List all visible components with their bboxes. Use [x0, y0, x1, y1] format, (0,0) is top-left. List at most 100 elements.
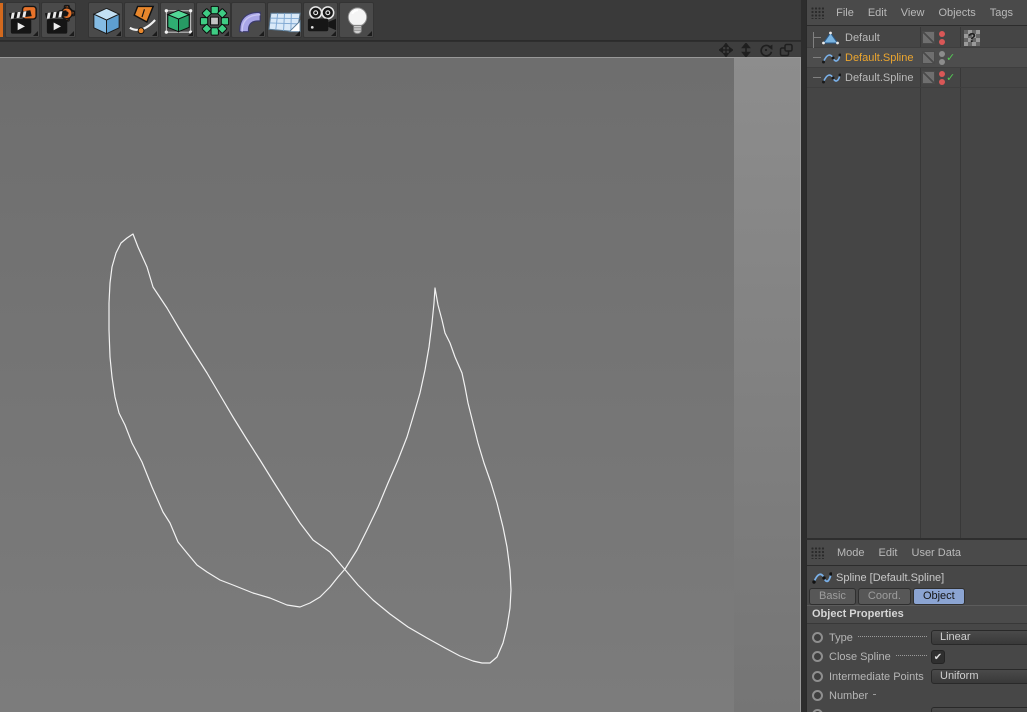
spline-curve[interactable]	[108, 233, 512, 664]
popup-corner	[331, 31, 336, 36]
intermediate-points-dropdown[interactable]: Uniform	[931, 669, 1027, 684]
viewport[interactable]	[0, 57, 801, 712]
menu-edit[interactable]: Edit	[879, 547, 898, 559]
popup-corner	[152, 31, 157, 36]
light-button[interactable]	[339, 2, 374, 38]
attribute-tabs: Basic Coord. Object	[809, 588, 965, 605]
menu-user-data[interactable]: User Data	[912, 547, 962, 559]
app-window: File Edit View Objects Tags Default ? De…	[0, 0, 1027, 712]
bend-deformer-button[interactable]	[231, 2, 266, 38]
object-manager-menubar: File Edit View Objects Tags	[807, 0, 1027, 26]
property-label: Close Spline	[829, 650, 891, 663]
property-label: Type	[829, 631, 853, 644]
layer-swatch[interactable]	[922, 31, 935, 44]
array-generator-button[interactable]	[196, 2, 231, 38]
question-tag-icon[interactable]: ?	[964, 30, 980, 46]
spline-object-icon	[812, 572, 832, 584]
close-spline-checkbox[interactable]: ✔	[931, 649, 945, 664]
popup-corner	[295, 31, 300, 36]
panel-grip-icon[interactable]	[811, 6, 825, 19]
object-name[interactable]: Default.Spline	[845, 52, 914, 64]
add-cube-button[interactable]	[88, 2, 123, 38]
tab-basic[interactable]: Basic	[809, 588, 856, 605]
property-row-close-spline: Close Spline ✔	[807, 647, 1027, 666]
render-visibility-dot[interactable]	[939, 79, 945, 85]
menu-tags[interactable]: Tags	[990, 7, 1013, 19]
property-row-number: Number 15 ▲▼	[807, 686, 1027, 705]
cut-off-toolbar-button[interactable]	[0, 3, 3, 37]
popup-corner	[188, 31, 193, 36]
popup-corner	[367, 31, 372, 36]
column-divider	[960, 27, 961, 538]
editor-visibility-dot[interactable]	[939, 31, 945, 37]
popup-corner	[224, 31, 229, 36]
panel-grip-icon[interactable]	[811, 546, 825, 559]
menu-mode[interactable]: Mode	[837, 547, 865, 559]
dolly-zoom-icon[interactable]	[739, 43, 753, 57]
render-visibility-dot[interactable]	[939, 59, 945, 65]
dot-leader	[895, 654, 927, 656]
menu-view[interactable]: View	[901, 7, 925, 19]
spline-object-icon[interactable]	[822, 71, 841, 85]
freehand-spline-button[interactable]	[124, 2, 159, 38]
tab-object[interactable]: Object	[912, 588, 965, 605]
attribute-object-title: Spline [Default.Spline]	[836, 572, 945, 584]
subdivision-surface-button[interactable]	[160, 2, 195, 38]
keyframe-circle-icon[interactable]	[812, 632, 823, 643]
viewport-header	[0, 42, 801, 57]
menu-edit[interactable]: Edit	[868, 7, 887, 19]
attribute-manager: Mode Edit User Data Spline [Default.Spli…	[806, 540, 1027, 712]
floor-environment-button[interactable]	[267, 2, 302, 38]
spline-object-icon[interactable]	[822, 51, 841, 65]
tab-coord[interactable]: Coord.	[857, 588, 911, 605]
enable-toggle[interactable]: ✓	[946, 51, 955, 64]
tree-tick	[813, 77, 821, 78]
rotate-icon[interactable]	[759, 43, 773, 57]
keyframe-circle-icon[interactable]	[812, 651, 823, 662]
editor-visibility-dot[interactable]	[939, 51, 945, 57]
polygon-object-icon[interactable]	[822, 31, 839, 45]
render-view-button[interactable]	[5, 2, 40, 38]
object-name[interactable]: Default.Spline	[845, 72, 914, 84]
dot-leader	[857, 635, 927, 637]
editor-visibility-dot[interactable]	[939, 71, 945, 77]
section-title: Object Properties	[812, 608, 904, 620]
popup-corner	[259, 31, 264, 36]
viewport-canvas	[108, 233, 512, 664]
render-settings-button[interactable]	[41, 2, 76, 38]
object-row-default[interactable]: Default ?	[807, 28, 1027, 58]
tree-tick	[813, 37, 821, 38]
object-row-default-spline-selected[interactable]: Default.Spline ✓	[807, 48, 1027, 68]
toolbar	[0, 0, 801, 41]
keyframe-circle-icon[interactable]	[812, 690, 823, 701]
layer-swatch[interactable]	[922, 71, 935, 84]
popup-corner	[69, 31, 74, 36]
viewport-controls	[719, 43, 793, 57]
dot-leader	[873, 693, 876, 695]
tree-tick	[813, 57, 821, 58]
menu-file[interactable]: File	[836, 7, 854, 19]
property-row-partial	[807, 705, 1027, 712]
layer-swatch[interactable]	[922, 51, 935, 64]
property-label: Number	[829, 689, 869, 702]
property-row-type: Type Linear	[807, 628, 1027, 647]
object-manager: File Edit View Objects Tags Default ? De…	[806, 0, 1027, 538]
attribute-manager-menubar: Mode Edit User Data	[807, 540, 1027, 566]
property-label: Intermediate Points	[829, 670, 924, 683]
camera-button[interactable]	[303, 2, 338, 38]
object-row-default-spline[interactable]: Default.Spline ✓	[807, 68, 1027, 88]
enable-toggle[interactable]: ✓	[946, 71, 955, 84]
property-row-intermediate-points: Intermediate Points Uniform	[807, 667, 1027, 686]
column-divider	[920, 27, 921, 538]
toggle-single-view-icon[interactable]	[779, 43, 793, 57]
partial-control[interactable]	[931, 707, 1027, 712]
popup-corner	[33, 31, 38, 36]
render-visibility-dot[interactable]	[939, 39, 945, 45]
object-list: Default ? Default.Spline ✓ Default.Splin…	[807, 27, 1027, 538]
type-dropdown[interactable]: Linear	[931, 630, 1027, 645]
menu-objects[interactable]: Objects	[938, 7, 975, 19]
object-name[interactable]: Default	[845, 32, 880, 44]
section-header: Object Properties	[807, 605, 1027, 624]
keyframe-circle-icon[interactable]	[812, 671, 823, 682]
pan-icon[interactable]	[719, 43, 733, 57]
